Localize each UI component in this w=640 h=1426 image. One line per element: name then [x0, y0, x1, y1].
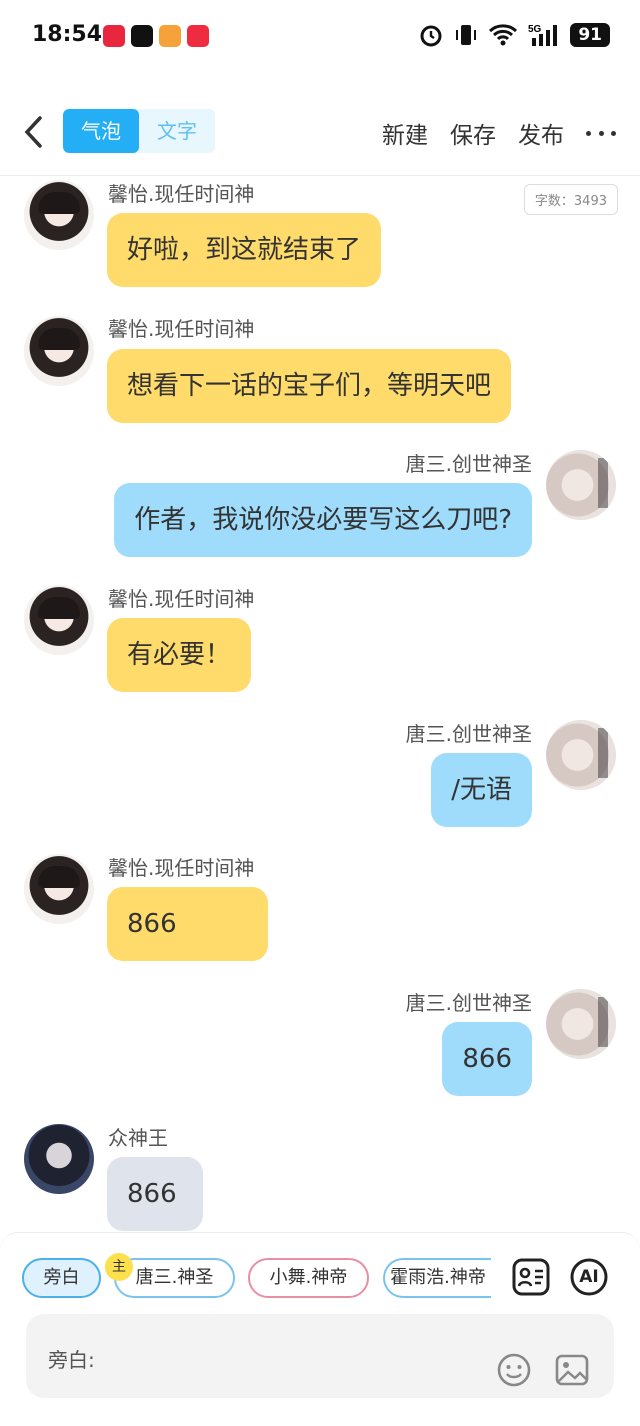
tab-text[interactable]: 文字 — [139, 109, 215, 153]
message-bubble[interactable]: /无语 — [431, 753, 532, 827]
editor-header: 气泡 文字 新建 保存 发布 — [0, 100, 640, 164]
save-button[interactable]: 保存 — [450, 116, 496, 150]
tab-bubble[interactable]: 气泡 — [63, 109, 139, 153]
speaker-name: 众神王 — [108, 1126, 168, 1150]
speaker-name: 馨怡.现任时间神 — [108, 182, 255, 206]
ai-label: AI — [579, 1267, 599, 1287]
new-button[interactable]: 新建 — [382, 116, 428, 150]
app-icon-heart — [103, 25, 125, 47]
character-chip-huoyuhao[interactable]: 霍雨浩.神帝 — [383, 1258, 491, 1298]
message-bubble[interactable]: 想看下一话的宝子们，等明天吧 — [107, 349, 512, 423]
message-input[interactable] — [112, 1334, 472, 1378]
ai-assistant-button[interactable]: AI — [569, 1257, 609, 1297]
input-speaker-label: 旁白: — [48, 1348, 95, 1372]
more-horizontal-icon[interactable] — [586, 121, 616, 145]
character-chip-narrator[interactable]: 旁白 — [22, 1258, 101, 1298]
battery-indicator: 91 — [570, 23, 610, 47]
avatar-xinyi[interactable] — [24, 180, 94, 250]
avatar-tangsan[interactable] — [546, 720, 616, 790]
wifi-icon — [489, 24, 518, 46]
role-card-icon[interactable] — [511, 1257, 551, 1297]
speaker-name: 馨怡.现任时间神 — [108, 856, 255, 880]
back-button[interactable] — [20, 112, 50, 152]
app-icon-game — [159, 25, 181, 47]
speaker-name: 馨怡.现任时间神 — [108, 317, 255, 341]
message-bubble[interactable]: 有必要！ — [107, 618, 252, 692]
chevron-left-icon — [24, 116, 42, 148]
avatar-xinyi[interactable] — [24, 316, 94, 386]
status-bar: 18:54 5G 91 — [0, 0, 640, 72]
message-bubble[interactable]: 866 — [107, 1157, 203, 1231]
signal-5g-icon: 5G — [528, 24, 558, 46]
speaker-name: 唐三.创世神圣 — [405, 452, 532, 476]
alarm-icon — [420, 25, 442, 47]
header-divider — [0, 175, 640, 176]
svg-text:5G: 5G — [528, 24, 542, 35]
status-time: 18:54 — [32, 22, 103, 47]
app-icon-xiaohongshu — [187, 25, 209, 47]
speaker-name: 馨怡.现任时间神 — [108, 587, 255, 611]
avatar-tangsan[interactable] — [546, 989, 616, 1059]
status-indicators: 5G 91 — [418, 22, 610, 48]
speaker-name: 唐三.创世神圣 — [405, 722, 532, 746]
publish-button[interactable]: 发布 — [518, 116, 564, 150]
image-icon[interactable] — [554, 1352, 590, 1388]
vibrate-icon — [456, 25, 477, 45]
message-bubble[interactable]: 866 — [442, 1022, 532, 1096]
mode-toggle: 气泡 文字 — [63, 109, 215, 153]
word-count-badge: 字数：3493 — [523, 184, 618, 215]
avatar-zhongshenwang[interactable] — [24, 1124, 94, 1194]
message-bubble[interactable]: 作者，我说你没必要写这么刀吧? — [114, 483, 532, 557]
emoji-icon[interactable] — [496, 1352, 532, 1388]
message-bubble[interactable]: 好啦，到这就结束了 — [107, 213, 382, 287]
avatar-xinyi[interactable] — [24, 854, 94, 924]
app-icon-tiktok — [131, 25, 153, 47]
main-role-badge: 主 — [105, 1253, 133, 1281]
avatar-tangsan[interactable] — [546, 450, 616, 520]
message-bubble[interactable]: 866 — [107, 887, 268, 961]
character-chip-xiaowu[interactable]: 小舞.神帝 — [248, 1258, 369, 1298]
message-input-area: 旁白: — [26, 1314, 614, 1398]
header-actions: 新建 保存 发布 — [382, 116, 616, 150]
avatar-xinyi[interactable] — [24, 585, 94, 655]
speaker-name: 唐三.创世神圣 — [405, 991, 532, 1015]
